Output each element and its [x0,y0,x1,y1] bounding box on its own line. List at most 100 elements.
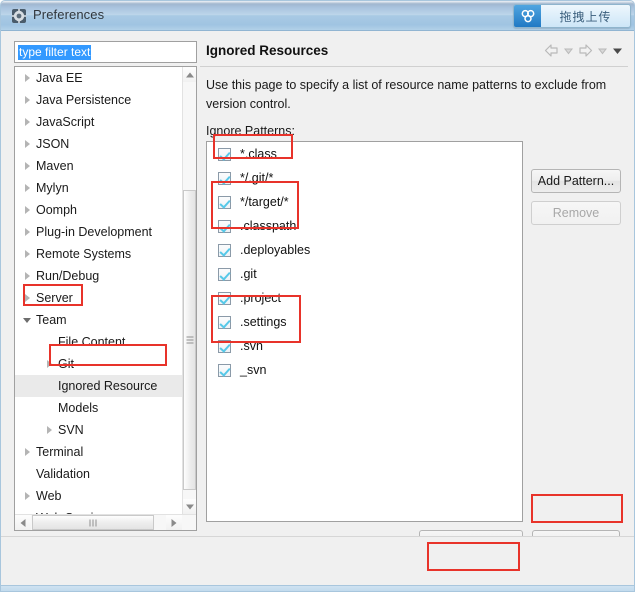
drag-upload-button[interactable]: 拖拽上传 [513,4,631,28]
pattern-checkbox[interactable] [218,243,231,257]
arrow-right-icon[interactable] [577,43,594,58]
pattern-checkbox[interactable] [218,171,231,185]
sidebar-item-validation[interactable]: Validation [15,463,182,485]
pattern-row[interactable]: .svn [207,334,522,358]
pattern-row[interactable]: _svn [207,358,522,382]
sidebar-item-server[interactable]: Server [15,287,182,309]
pattern-row[interactable]: .classpath [207,214,522,238]
triangle-right-icon[interactable] [22,161,33,172]
sidebar-item-label: Team [36,313,67,327]
sidebar-item-git[interactable]: Git [15,353,182,375]
pattern-label: */target/* [240,195,289,209]
sidebar-item-label: SVN [58,423,84,437]
ignored-resources-page: Ignored Resources Use this page to speci… [200,36,628,555]
triangle-right-icon[interactable] [44,425,55,436]
sidebar-item-json[interactable]: JSON [15,133,182,155]
sidebar-item-label: Oomph [36,203,77,217]
pattern-label: .svn [240,339,263,353]
sidebar-item-run-debug[interactable]: Run/Debug [15,265,182,287]
pattern-checkbox[interactable] [218,147,231,161]
triangle-right-icon[interactable] [22,139,33,150]
sidebar-item-terminal[interactable]: Terminal [15,441,182,463]
remove-button[interactable]: Remove [531,201,621,225]
vertical-scroll-thumb[interactable] [183,190,196,490]
triangle-right-icon[interactable] [22,271,33,282]
pattern-row[interactable]: */.git/* [207,166,522,190]
pattern-checkbox[interactable] [218,291,231,305]
sidebar-item-label: Ignored Resource [58,379,158,393]
triangle-down-icon[interactable] [22,315,33,326]
pattern-checkbox[interactable] [218,219,231,233]
pattern-checkbox[interactable] [218,267,231,281]
sidebar-item-remote-systems[interactable]: Remote Systems [15,243,182,265]
pattern-label: .git [240,267,257,281]
sidebar-item-mylyn[interactable]: Mylyn [15,177,182,199]
preferences-gear-icon [11,8,27,24]
arrow-left-icon[interactable] [543,43,560,58]
sidebar-item-javascript[interactable]: JavaScript [15,111,182,133]
ignore-patterns-label: Ignore Patterns: [206,124,295,138]
preferences-tree: Java EE Java Persistence JavaScript JSON Mav… [14,66,197,531]
sidebar-item-maven[interactable]: Maven [15,155,182,177]
triangle-right-icon[interactable] [22,117,33,128]
forward-history-chevron-down-icon[interactable] [597,43,608,58]
scroll-grip-icon [89,519,97,526]
sidebar-item-label: Server [36,291,73,305]
sidebar-item-models[interactable]: Models [15,397,182,419]
sidebar-item-team[interactable]: Team [15,309,182,331]
horizontal-scroll-thumb[interactable] [32,515,154,530]
scroll-down-button[interactable] [183,499,196,514]
sidebar-item-svn[interactable]: SVN [15,419,182,441]
pattern-label: .deployables [240,243,311,257]
triangle-right-icon[interactable] [22,73,33,84]
sidebar-item-label: Web [36,489,62,503]
triangle-right-icon[interactable] [22,205,33,216]
sidebar-item-web[interactable]: Web [15,485,182,507]
triangle-right-icon[interactable] [22,293,33,304]
triangle-right-icon[interactable] [22,491,33,502]
pattern-row[interactable]: .git [207,262,522,286]
sidebar-item-label: Plug-in Development [36,225,153,239]
pattern-row[interactable]: .settings [207,310,522,334]
tree-horizontal-scrollbar[interactable] [15,514,196,530]
back-history-chevron-down-icon[interactable] [563,43,574,58]
add-pattern-button[interactable]: Add Pattern... [531,169,621,193]
scroll-left-button[interactable] [15,515,31,530]
filter-input-box[interactable]: type filter text [14,41,197,63]
scroll-up-button[interactable] [183,67,196,82]
triangle-up-icon [185,72,194,77]
page-menu-chevron-down-icon[interactable] [611,43,622,58]
pattern-row[interactable]: */target/* [207,190,522,214]
sidebar-item-plug-in-development[interactable]: Plug-in Development [15,221,182,243]
sidebar-item-oomph[interactable]: Oomph [15,199,182,221]
pattern-row[interactable]: .project [207,286,522,310]
triangle-right-icon[interactable] [22,447,33,458]
triangle-right-icon[interactable] [44,359,55,370]
sidebar-item-label: Validation [36,467,90,481]
sidebar-item-ignored-resource[interactable]: Ignored Resource [15,375,182,397]
sidebar-item-label: Terminal [36,445,84,459]
sidebar-item-web-services[interactable]: Web Services [15,507,182,514]
page-header: Ignored Resources [200,36,628,67]
triangle-right-icon[interactable] [22,95,33,106]
pattern-checkbox[interactable] [218,315,231,329]
sidebar-item-file-content[interactable]: File Content [15,331,182,353]
pattern-row[interactable]: .deployables [207,238,522,262]
triangle-right-icon[interactable] [22,183,33,194]
pattern-checkbox[interactable] [218,339,231,353]
drag-upload-label: 拖拽上传 [559,9,612,24]
pattern-checkbox[interactable] [218,195,231,209]
sidebar-item-java-ee[interactable]: Java EE [15,67,182,89]
tree-vertical-scrollbar[interactable] [182,67,196,514]
filter-input-value: type filter text [18,45,92,60]
triangle-right-icon[interactable] [22,227,33,238]
sidebar-item-java-persistence[interactable]: Java Persistence [15,89,182,111]
page-title: Ignored Resources [206,43,329,58]
ignore-patterns-list[interactable]: *.class */.git/* */target/* .classpath .depl… [206,141,523,522]
pattern-row[interactable]: *.class [207,142,522,166]
pattern-checkbox[interactable] [218,363,231,377]
scroll-right-button[interactable] [166,515,182,530]
triangle-right-icon[interactable] [22,249,33,260]
window-bottom-edge [1,585,634,591]
